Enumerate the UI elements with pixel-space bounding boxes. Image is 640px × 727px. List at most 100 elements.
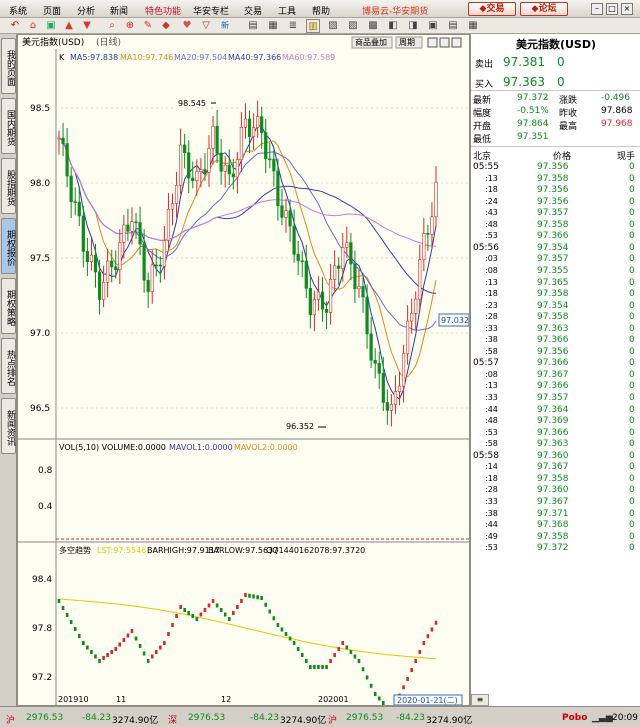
- tab-option-quotes[interactable]: 期权报价: [1, 218, 16, 274]
- window-icon[interactable]: ▩: [366, 19, 380, 33]
- scroll-tab[interactable]: ≡: [471, 694, 489, 706]
- period-button[interactable]: 周期: [395, 36, 423, 49]
- tab-domestic-futures[interactable]: 国内期货: [1, 98, 16, 154]
- candle-body: [308, 288, 312, 316]
- menu-analysis[interactable]: 分析: [77, 4, 95, 17]
- panel-icon[interactable]: ◧: [386, 19, 400, 33]
- kline-chart[interactable]: 美元指数(USD) (日线) 商品叠加 周期 K MA5:97.838 MA10…: [18, 35, 469, 705]
- split-icon[interactable]: ◨: [406, 19, 420, 33]
- forum-button[interactable]: ◆论坛: [520, 2, 568, 16]
- tab-hot-ranking[interactable]: 热点排名: [1, 338, 16, 394]
- pencil-icon[interactable]: ✎: [141, 19, 155, 33]
- trend-bar: [183, 608, 186, 612]
- trend-bar: [130, 629, 134, 633]
- close-button[interactable]: ×: [621, 3, 633, 15]
- trend-bar: [321, 665, 324, 669]
- menu-news[interactable]: 新闻: [110, 4, 128, 17]
- tick-row: :28 97.358 0: [485, 312, 635, 323]
- vol-axis-label: 0.4: [38, 502, 53, 512]
- tick-list[interactable]: 05:55 97.356 0:13 97.358 0:18 97.356 0:24 97.35…: [471, 162, 640, 692]
- tile-icon[interactable]: ▣: [426, 19, 440, 33]
- back-icon[interactable]: ↶: [8, 19, 22, 33]
- candle-body: [320, 291, 325, 310]
- table-icon[interactable]: ▤: [246, 19, 260, 33]
- candle-body: [179, 144, 183, 186]
- candle-body: [118, 242, 122, 270]
- trend-bar: [430, 627, 434, 632]
- layout-icon[interactable]: ▨: [346, 19, 360, 33]
- menu-trade[interactable]: 交易: [244, 4, 262, 17]
- tab-news[interactable]: 新闻资讯: [1, 398, 16, 454]
- candle-body: [264, 132, 268, 160]
- trend-bar: [365, 675, 369, 680]
- left-tab-bar: 我的页面 国内期货 股指期货 期权报价 期权策略 热点排名 新闻资讯: [0, 34, 17, 706]
- trend-bar: [357, 659, 361, 663]
- candle-body: [243, 118, 248, 128]
- menu-special[interactable]: 特色功能: [145, 4, 181, 17]
- indicator-title: 多空趋势: [59, 545, 91, 555]
- menu-tools[interactable]: 工具: [278, 4, 296, 17]
- candle-body: [150, 264, 154, 292]
- trade-button[interactable]: ◆交易: [468, 2, 516, 16]
- candle-body: [393, 391, 398, 405]
- tab-option-strategy[interactable]: 期权策略: [1, 278, 16, 334]
- chart-ctrl-icon[interactable]: [427, 37, 462, 48]
- layers-icon[interactable]: ▤: [446, 19, 460, 33]
- search-icon[interactable]: ⌕: [105, 19, 119, 33]
- legend-ma40: MA40:97.366: [228, 53, 281, 62]
- trend-bar: [292, 641, 296, 645]
- trend-bar: [69, 620, 73, 624]
- ind-axis-label: 97.8: [32, 624, 52, 634]
- price-label: 98.5: [30, 104, 50, 114]
- tab-my-page[interactable]: 我的页面: [1, 38, 16, 94]
- candle-body: [207, 148, 211, 173]
- chart-area[interactable]: 美元指数(USD) (日线) 商品叠加 周期 K MA5:97.838 MA10…: [17, 34, 470, 706]
- menu-help[interactable]: 帮助: [312, 4, 330, 17]
- trend-bar: [248, 593, 251, 598]
- candle-body: [284, 210, 288, 218]
- heart-icon[interactable]: ♥: [180, 19, 194, 33]
- candle-body: [353, 263, 357, 290]
- tag-icon[interactable]: ◆: [159, 19, 173, 33]
- list-icon[interactable]: ≣: [286, 19, 300, 33]
- candle-body: [361, 286, 365, 298]
- candle-body: [341, 247, 345, 269]
- chart-icon[interactable]: ▧: [326, 19, 340, 33]
- candle-body: [211, 125, 215, 149]
- tab-index-futures[interactable]: 股指期货: [1, 158, 16, 214]
- candle-body: [219, 152, 223, 172]
- chart-period: (日线): [96, 36, 121, 48]
- minimize-button[interactable]: –: [591, 3, 603, 15]
- down-icon[interactable]: ▼: [80, 19, 94, 33]
- menu-huaan-column[interactable]: 华安专栏: [193, 4, 229, 17]
- price-label: 96.5: [30, 404, 50, 414]
- menu-system[interactable]: 系统: [9, 4, 27, 17]
- candle-body: [73, 201, 77, 203]
- trend-bar: [272, 616, 276, 621]
- candle-body: [389, 404, 394, 411]
- candle-body: [414, 298, 418, 314]
- trend-bar: [57, 599, 61, 603]
- home-icon[interactable]: ⌂: [26, 19, 40, 33]
- trend-bar: [82, 641, 85, 645]
- overlay-button[interactable]: 商品叠加: [351, 36, 393, 49]
- menu-page[interactable]: 页面: [43, 4, 61, 17]
- filter-icon[interactable]: ▽: [199, 19, 213, 33]
- candle-body: [329, 279, 333, 313]
- svg-text:周期: 周期: [399, 38, 415, 47]
- up-icon[interactable]: ▲: [62, 19, 76, 33]
- tick-row: :33 97.357 0: [485, 393, 635, 403]
- grid-icon[interactable]: ▦: [266, 19, 280, 33]
- kline-icon[interactable]: ▥: [306, 19, 320, 33]
- x-axis-label: 11: [116, 695, 126, 704]
- new-icon[interactable]: 新: [218, 19, 232, 33]
- stack-icon[interactable]: ▦: [466, 19, 480, 33]
- forward-icon[interactable]: ▣: [44, 19, 58, 33]
- tick-row: :53 97.372 0: [485, 543, 635, 554]
- candle-body: [154, 264, 158, 267]
- candle-body: [101, 281, 106, 300]
- maximize-button[interactable]: □: [606, 3, 618, 15]
- trend-bar: [195, 617, 199, 621]
- zoom-icon[interactable]: ⊕: [123, 19, 137, 33]
- legend-k: K: [59, 53, 65, 62]
